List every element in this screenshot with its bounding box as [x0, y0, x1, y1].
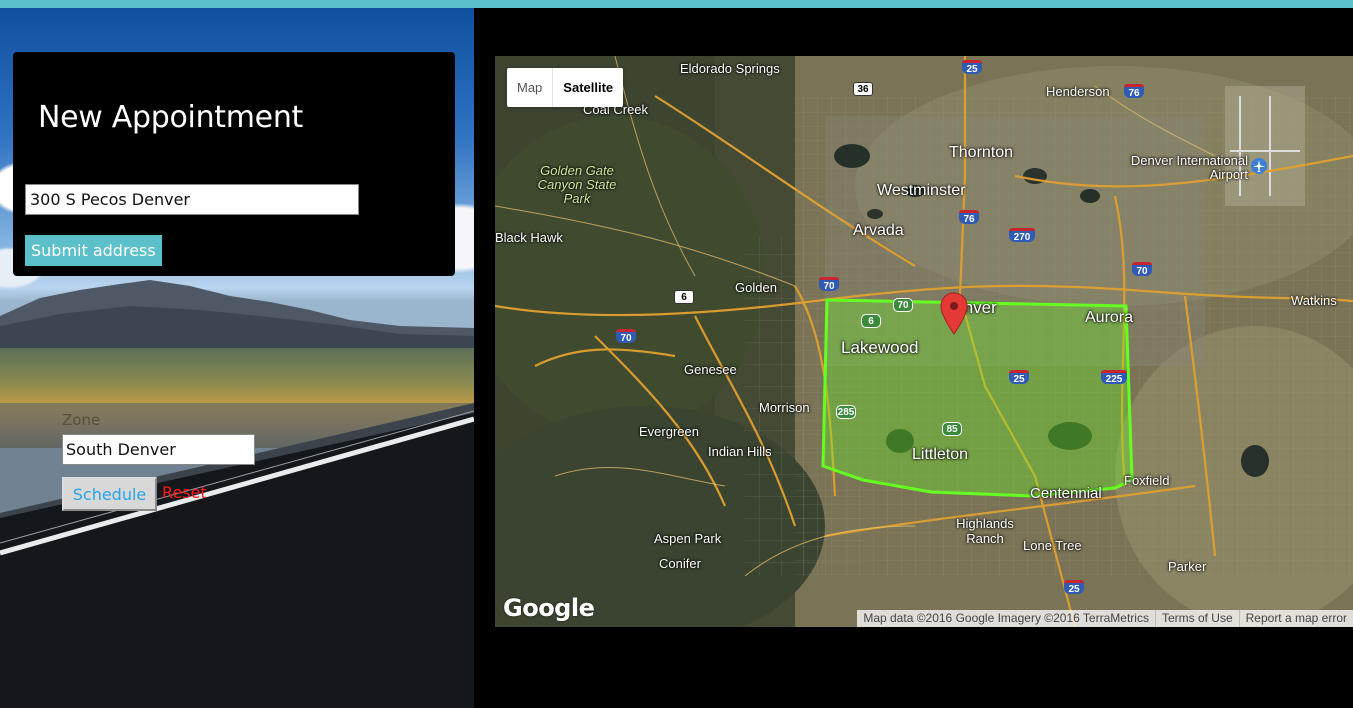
report-map-error-link[interactable]: Report a map error [1238, 610, 1353, 627]
map-label-golden-gate: Golden Gate Canyon State Park [537, 163, 617, 206]
map-label-eldorado-springs: Eldorado Springs [680, 61, 780, 76]
map-label-westminster: Westminster [877, 182, 966, 199]
reset-link[interactable]: Reset [162, 483, 207, 502]
map-label-morrison: Morrison [759, 400, 810, 415]
us-36-shield: 36 [853, 82, 873, 96]
location-pin-icon[interactable] [940, 292, 968, 336]
interstate-25-shield: 25 [962, 60, 982, 75]
interstate-70-shield-3: 70 [616, 329, 636, 344]
map-label-black-hawk: Black Hawk [495, 230, 563, 245]
interstate-25-shield-3: 25 [1064, 580, 1084, 595]
map-label-evergreen: Evergreen [639, 424, 699, 439]
schedule-button[interactable]: Schedule [62, 477, 157, 511]
top-accent-bar [0, 0, 1353, 8]
map-label-littleton: Littleton [912, 446, 969, 463]
map-label-parker: Parker [1168, 559, 1207, 574]
submit-address-button[interactable]: Submit address [25, 235, 162, 266]
map-label-aspen-park: Aspen Park [654, 531, 722, 546]
background-mountains [0, 280, 474, 356]
map-view[interactable]: Eldorado Springs Coal Creek Golden Gate … [495, 56, 1353, 627]
map-label-golden: Golden [735, 280, 777, 295]
map-label-highlands-ranch: Highlands Ranch [956, 516, 1014, 546]
google-logo: Google [503, 594, 595, 622]
terms-of-use-link[interactable]: Terms of Use [1154, 610, 1239, 627]
map-data-credit: Map data ©2016 Google Imagery ©2016 Terr… [863, 611, 1149, 625]
map-label-centennial: Centennial [1030, 485, 1102, 502]
map-attribution: Map data ©2016 Google Imagery ©2016 Terr… [857, 610, 1353, 627]
map-label-indian-hills: Indian Hills [708, 444, 772, 459]
highway-270-shield: 270 [1009, 228, 1035, 243]
map-label-genesee: Genesee [684, 362, 737, 377]
interstate-70-shield-2: 70 [1132, 262, 1152, 277]
zone-input[interactable] [62, 434, 255, 465]
map-label-henderson: Henderson [1046, 84, 1110, 99]
map-label-aurora: Aurora [1085, 309, 1134, 326]
map-label-denver-airport: Denver International Airport [1130, 153, 1248, 182]
interstate-76-shield: 76 [1124, 84, 1144, 99]
route-85-shield: 85 [942, 422, 962, 436]
map-type-satellite-button[interactable]: Satellite [552, 68, 623, 107]
route-285-shield: 285 [836, 405, 856, 419]
map-type-map-button[interactable]: Map [507, 68, 552, 107]
map-label-lakewood: Lakewood [841, 338, 919, 357]
interstate-76-shield-2: 76 [959, 210, 979, 225]
us-6-shield: 6 [674, 290, 694, 304]
page-title: New Appointment [38, 100, 304, 135]
airport-icon [1251, 158, 1267, 174]
interstate-25-shield-2: 25 [1009, 370, 1029, 385]
map-type-control: Map Satellite [507, 68, 624, 107]
interstate-225-shield: 225 [1101, 370, 1127, 385]
map-label-conifer: Conifer [659, 556, 701, 571]
map-label-arvada: Arvada [853, 222, 904, 239]
address-input[interactable] [25, 184, 359, 215]
map-label-foxfield: Foxfield [1124, 473, 1170, 488]
us-6-shield-2: 6 [861, 314, 881, 328]
map-label-thornton: Thornton [949, 144, 1014, 161]
route-70-shield: 70 [893, 298, 913, 312]
map-label-watkins: Watkins [1291, 293, 1337, 308]
interstate-70-shield: 70 [819, 277, 839, 292]
map-label-lone-tree: Lone Tree [1023, 538, 1082, 553]
zone-label: Zone [62, 411, 101, 429]
new-appointment-card: New Appointment Submit address [13, 52, 455, 276]
